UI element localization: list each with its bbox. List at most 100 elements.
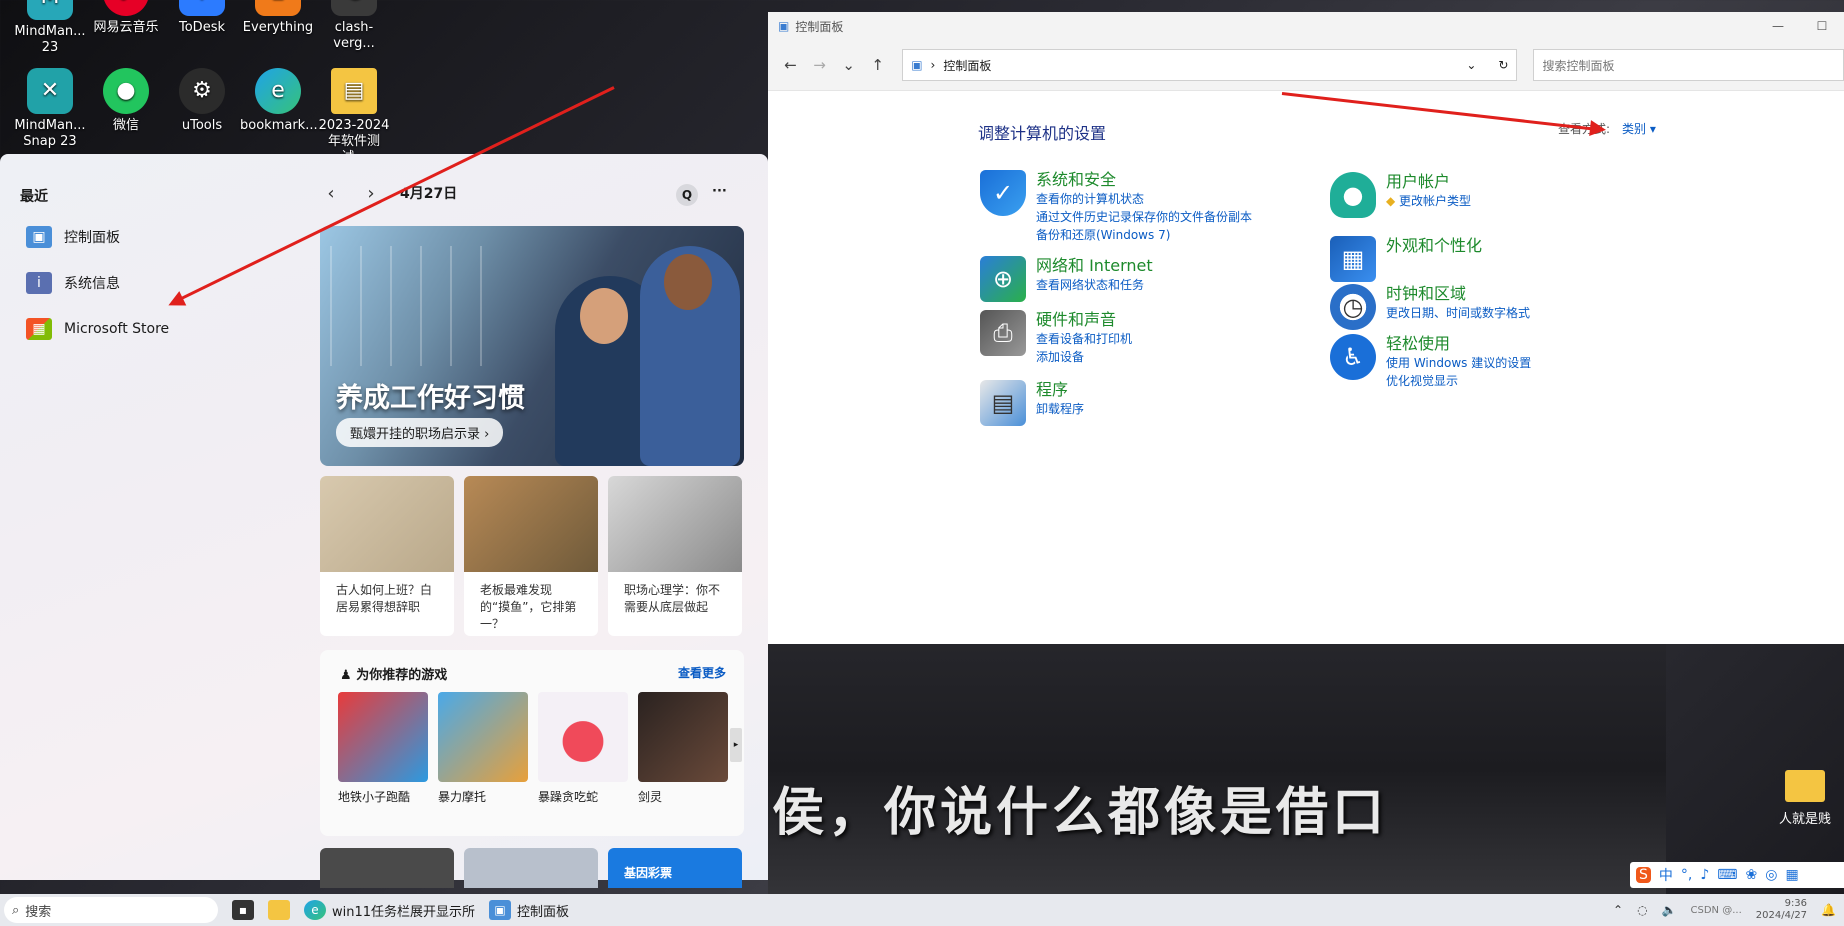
news-card[interactable]: 老板最难发现的“摸鱼”，它排第一？ [464, 476, 598, 636]
scroll-right-icon[interactable]: ▸ [730, 728, 742, 762]
skin-icon[interactable]: ❀ [1746, 867, 1758, 883]
refresh-icon[interactable]: ↻ [1498, 58, 1508, 72]
category-title[interactable]: 时钟和区域 [1386, 284, 1530, 304]
desktop-icon-right-folder[interactable]: 人就是贱 [1770, 770, 1840, 827]
gamepad-icon[interactable]: ◎ [1765, 867, 1777, 883]
search-icon[interactable]: Q [676, 184, 698, 206]
taskbar-item-label: 控制面板 [517, 904, 570, 920]
game-tile[interactable]: 暴躁贪吃蛇 [538, 692, 628, 805]
desktop-icon-utools[interactable]: ⚙ uTools [164, 68, 240, 134]
desktop-icon-bookmark[interactable]: e bookmark... [240, 68, 318, 134]
back-arrow-icon[interactable]: ← [778, 52, 803, 78]
news-card[interactable] [320, 848, 454, 888]
recent-item-store[interactable]: ▦ Microsoft Store [26, 318, 169, 340]
microphone-icon[interactable]: ♪ [1700, 867, 1709, 883]
window-titlebar[interactable]: ▣ 控制面板 [768, 12, 1844, 40]
category-title[interactable]: 网络和 Internet [1036, 256, 1153, 276]
uac-shield-icon: ◆ [1386, 194, 1400, 208]
view-by-dropdown[interactable]: 类别 ▾ [1622, 120, 1656, 137]
game-tile[interactable]: 地铁小子跑酷 [338, 692, 428, 805]
forward-arrow-icon[interactable]: → [807, 52, 832, 78]
clock-time: 9:36 [1784, 898, 1808, 909]
desktop-icon-everything[interactable]: E Everything [240, 0, 316, 36]
games-panel: ♟ 为你推荐的游戏 查看更多 地铁小子跑酷 暴力摩托 暴躁贪吃蛇 剑灵 ▸ [320, 650, 744, 836]
desktop-icon-folder[interactable]: ▤ 2023-2024 年软件测试... [316, 68, 392, 166]
desktop-icon-netease[interactable]: ♪ 网易云音乐 [88, 0, 164, 36]
category-body: 硬件和声音 查看设备和打印机 添加设备 [1036, 310, 1132, 366]
category-link[interactable]: 添加设备 [1036, 348, 1132, 366]
maximize-icon[interactable]: ☐ [1800, 12, 1844, 40]
hero-card[interactable]: 养成工作好习惯 甄嬛开挂的职场启示录 › [320, 226, 744, 466]
category-body: 外观和个性化 [1386, 236, 1482, 282]
sogou-icon[interactable]: S [1636, 867, 1651, 883]
category-link[interactable]: 查看设备和打印机 [1036, 330, 1132, 348]
view-by-selector: 查看方式: 类别 ▾ [1558, 120, 1656, 137]
recent-heading: 最近 [20, 189, 48, 205]
user-icon: ● [1330, 172, 1376, 218]
up-arrow-icon[interactable]: ↑ [865, 52, 890, 78]
clock[interactable]: 9:36 2024/4/27 [1756, 898, 1807, 922]
category-link[interactable]: 通过文件历史记录保存你的文件备份副本 [1036, 208, 1252, 226]
volume-icon[interactable]: 🔈 [1662, 903, 1677, 917]
category-link[interactable]: 查看你的计算机状态 [1036, 190, 1252, 208]
desktop-icon-clash[interactable]: C clash-verg... [316, 0, 392, 52]
start-menu: 最近 ▣ 控制面板 i 系统信息 ▦ Microsoft Store ‹ › 4… [0, 154, 768, 888]
taskbar-item-edge[interactable]: e win11任务栏展开显示所 [304, 900, 475, 920]
category-appearance: ▦ 外观和个性化 [1330, 236, 1482, 282]
category-title[interactable]: 系统和安全 [1036, 170, 1252, 190]
recent-item-control-panel[interactable]: ▣ 控制面板 [26, 226, 120, 248]
category-link[interactable]: 优化视觉显示 [1386, 372, 1531, 390]
minimize-icon[interactable]: — [1756, 12, 1800, 40]
desktop-icon-mindmanager[interactable]: M MindMan... 23 [12, 0, 88, 56]
news-card[interactable] [464, 848, 598, 888]
category-link[interactable]: 使用 Windows 建议的设置 [1386, 354, 1531, 372]
taskbar-search-placeholder: 搜索 [25, 904, 52, 920]
taskbar-item-task-view[interactable]: ▪ [232, 900, 254, 920]
category-link[interactable]: 卸载程序 [1036, 400, 1084, 418]
hero-link-pill[interactable]: 甄嬛开挂的职场启示录 › [336, 418, 504, 447]
network-status-icon[interactable]: ◌ [1637, 903, 1647, 917]
desktop-icon-wechat[interactable]: ● 微信 [88, 68, 164, 134]
address-bar[interactable]: ▣ › 控制面板 ⌄ ↻ [902, 49, 1518, 81]
news-card[interactable]: 基因彩票 [608, 848, 742, 888]
category-title[interactable]: 轻松使用 [1386, 334, 1531, 354]
taskbar-item-control-panel[interactable]: ▣ 控制面板 [489, 900, 569, 920]
games-more-link[interactable]: 查看更多 [678, 664, 726, 681]
search-input[interactable]: 搜索控制面板 [1533, 49, 1844, 81]
taskbar-search-input[interactable]: ⌕ 搜索 [4, 897, 218, 923]
taskbar-item-explorer[interactable] [268, 900, 290, 920]
news-cards: 古人如何上班？白居易累得想辞职 老板最难发现的“摸鱼”，它排第一？ 职场心理学：… [320, 476, 742, 636]
chevron-left-icon[interactable]: ‹ [320, 182, 342, 204]
ime-mode[interactable]: 中 [1659, 865, 1673, 885]
notification-icon[interactable]: 🔔 [1821, 903, 1836, 917]
clock-date: 2024/4/27 [1755, 910, 1808, 921]
recent-locations-icon[interactable]: ⌄ [836, 52, 861, 78]
keyboard-icon[interactable]: ⌨ [1717, 867, 1737, 883]
category-title[interactable]: 硬件和声音 [1036, 310, 1132, 330]
recent-item-system-info[interactable]: i 系统信息 [26, 272, 120, 294]
category-title[interactable]: 程序 [1036, 380, 1084, 400]
edge-icon: e [304, 900, 326, 920]
toolbox-icon[interactable]: ▦ [1785, 867, 1798, 883]
game-label: 地铁小子跑酷 [338, 790, 411, 804]
more-options-icon[interactable]: ··· [712, 184, 727, 206]
category-title[interactable]: 外观和个性化 [1386, 236, 1482, 256]
utools-icon: ⚙ [179, 68, 225, 114]
news-card[interactable]: 古人如何上班？白居易累得想辞职 [320, 476, 454, 636]
category-link[interactable]: 备份和还原(Windows 7) [1036, 226, 1252, 244]
category-link[interactable]: 更改日期、时间或数字格式 [1386, 304, 1530, 322]
punctuation-icon[interactable]: °, [1681, 867, 1692, 883]
breadcrumb[interactable]: 控制面板 [943, 57, 991, 74]
recent-item-label: 控制面板 [64, 230, 120, 246]
desktop-icon-todesk[interactable]: T ToDesk [164, 0, 240, 36]
news-card[interactable]: 职场心理学：你不需要从底层做起 [608, 476, 742, 636]
category-link[interactable]: ◆ 更改帐户类型 [1386, 192, 1471, 210]
chevron-down-icon[interactable]: ⌄ [1466, 58, 1476, 72]
chevron-up-icon[interactable]: ⌃ [1613, 903, 1623, 917]
game-tile[interactable]: 暴力摩托 [438, 692, 528, 805]
desktop-icon-mindmanager-snap[interactable]: ✕ MindMan... Snap 23 [12, 68, 88, 150]
breadcrumb-separator-icon: › [930, 58, 936, 72]
category-link[interactable]: 查看网络状态和任务 [1036, 276, 1153, 294]
game-tile[interactable]: 剑灵 [638, 692, 728, 805]
category-title[interactable]: 用户帐户 [1386, 172, 1471, 192]
